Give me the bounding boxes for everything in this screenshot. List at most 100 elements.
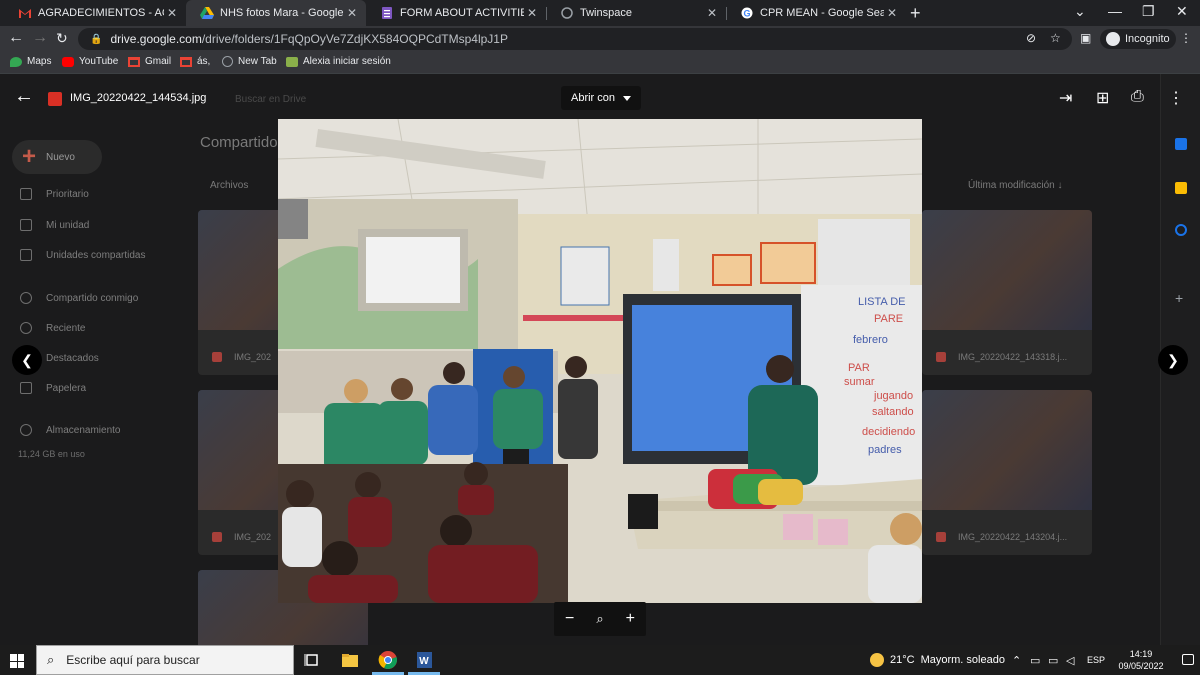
battery-icon[interactable]: ▭: [1048, 654, 1058, 667]
sidebar-item-recent[interactable]: Reciente: [20, 322, 85, 334]
bookmark-gmail[interactable]: Gmail: [128, 56, 171, 67]
zoom-controls: − ⌕ +: [554, 602, 646, 636]
address-bar[interactable]: 🔒 drive.google.com /drive/folders/1FqQpO…: [78, 28, 1072, 50]
weather-widget[interactable]: 21°C Mayorm. soleado: [870, 653, 1005, 667]
google-icon: G: [740, 7, 754, 19]
plus-icon: +: [22, 143, 37, 170]
language-indicator[interactable]: ESP: [1087, 655, 1105, 665]
people-icon: [20, 292, 32, 304]
zoom-in-button[interactable]: +: [626, 610, 635, 628]
word-icon[interactable]: W: [414, 650, 434, 670]
star-icon[interactable]: ☆: [1050, 31, 1061, 45]
clock[interactable]: 14:19 09/05/2022: [1110, 648, 1172, 672]
storage-used: 11,24 GB en uso: [18, 449, 85, 459]
print-icon[interactable]: ⎙: [1131, 88, 1144, 106]
chrome-icon[interactable]: [378, 650, 398, 670]
close-tab-icon[interactable]: ✕: [524, 6, 540, 20]
side-panel-icon[interactable]: ▣: [1080, 31, 1091, 45]
previous-image-button[interactable]: ❮: [12, 345, 42, 375]
check-icon: [20, 188, 32, 200]
menu-dots-icon[interactable]: ⋮: [1180, 31, 1192, 45]
new-button[interactable]: + Nuevo: [12, 140, 102, 174]
back-icon[interactable]: ←: [8, 29, 24, 47]
bookmark-gmail-2[interactable]: ás,: [180, 56, 210, 67]
drive-page: + Nuevo Prioritario Mi unidad Unidades c…: [0, 74, 1200, 645]
bookmark-maps[interactable]: Maps: [10, 56, 51, 67]
bookmark-youtube[interactable]: YouTube: [62, 56, 118, 67]
tab-gmail[interactable]: AGRADECIMIENTOS - ACKNOWL ✕: [4, 0, 186, 26]
tab-google-form[interactable]: FORM ABOUT ACTIVITIES CARRIE ✕: [366, 0, 546, 26]
sidebar-item-storage[interactable]: Almacenamiento: [20, 424, 120, 436]
windows-start-icon[interactable]: [10, 654, 24, 668]
gmail-icon: [18, 7, 32, 19]
more-options-icon[interactable]: ⋮: [1168, 88, 1184, 108]
tab-twinspace[interactable]: Twinspace ✕: [546, 0, 726, 26]
zoom-out-button[interactable]: −: [565, 610, 574, 628]
add-icon[interactable]: +: [1175, 291, 1187, 305]
close-tab-icon[interactable]: ✕: [164, 6, 180, 20]
alexia-icon: [286, 56, 298, 67]
keep-icon[interactable]: [1175, 182, 1187, 194]
next-image-button[interactable]: ❯: [1158, 345, 1188, 375]
new-tab-button[interactable]: +: [910, 3, 921, 24]
close-viewer-icon[interactable]: ←: [14, 85, 34, 108]
sidebar-item-priority[interactable]: Prioritario: [20, 188, 89, 200]
reload-icon[interactable]: ↻: [56, 30, 68, 47]
file-explorer-icon[interactable]: [340, 650, 360, 670]
sidebar-item-my-drive[interactable]: Mi unidad: [20, 219, 89, 231]
photo-thumbnail: [922, 390, 1092, 510]
image-file-icon: [936, 352, 946, 362]
open-with-button[interactable]: Abrir con: [561, 86, 642, 110]
taskbar-search-input[interactable]: ⌕ Escribe aquí para buscar: [36, 645, 294, 675]
eye-off-icon[interactable]: ⊘: [1026, 31, 1036, 45]
close-window-icon[interactable]: ✕: [1176, 3, 1188, 20]
sidebar-item-trash[interactable]: Papelera: [20, 382, 86, 394]
close-tab-icon[interactable]: ✕: [884, 6, 900, 20]
close-tab-icon[interactable]: ✕: [704, 6, 720, 20]
windows-taskbar: ⌕ Escribe aquí para buscar W 21°C Mayorm…: [0, 645, 1200, 675]
chevron-up-icon[interactable]: ⌃: [1012, 654, 1021, 667]
image-file-icon: [936, 532, 946, 542]
sort-label[interactable]: Última modificación ↓: [968, 180, 1062, 191]
close-tab-icon[interactable]: ✕: [344, 6, 360, 20]
tab-search-icon[interactable]: ⌄: [1074, 3, 1086, 20]
bookmark-new-tab[interactable]: New Tab: [222, 56, 277, 67]
viewer-toolbar: ← IMG_20220422_144534.jpg Buscar en Driv…: [0, 74, 1200, 124]
google-forms-icon: [380, 7, 394, 19]
drive-icon: [20, 219, 32, 231]
svg-text:G: G: [743, 9, 750, 19]
bookmark-alexia[interactable]: Alexia iniciar sesión: [286, 56, 391, 67]
image-file-icon: [212, 532, 222, 542]
notification-icon[interactable]: [1182, 654, 1194, 665]
tab-google-drive[interactable]: NHS fotos Mara - Google Drive ✕: [186, 0, 366, 26]
tab-google-search[interactable]: G CPR MEAN - Google Search ✕: [726, 0, 906, 26]
svg-text:W: W: [419, 656, 429, 667]
tasks-icon[interactable]: [1175, 224, 1187, 236]
search-input[interactable]: Buscar en Drive: [235, 94, 306, 105]
sidebar-item-shared-drives[interactable]: Unidades compartidas: [20, 249, 146, 261]
files-section-label: Archivos: [210, 180, 249, 191]
file-thumbnail[interactable]: IMG_20220422_143204.j...: [922, 390, 1092, 555]
add-comment-icon[interactable]: ⊞: [1096, 88, 1109, 108]
url-host: drive.google.com: [110, 32, 202, 46]
google-drive-icon: [200, 7, 214, 19]
file-thumbnail[interactable]: IMG_20220422_143318.j...: [922, 210, 1092, 375]
restore-icon[interactable]: ❐: [1142, 3, 1155, 20]
incognito-icon: [1106, 32, 1120, 46]
task-view-icon[interactable]: [302, 650, 322, 670]
classroom-photo: LISTA DE PARE febrero PAR sumar jugando …: [278, 119, 922, 603]
incognito-badge[interactable]: Incognito: [1100, 29, 1176, 49]
magnifier-icon[interactable]: ⌕: [596, 611, 603, 627]
gmail-icon: [180, 56, 192, 67]
calendar-icon[interactable]: [1175, 138, 1187, 150]
forward-icon[interactable]: →: [32, 29, 48, 47]
sun-icon: [870, 653, 884, 667]
add-to-folder-icon[interactable]: ⇥: [1059, 88, 1072, 108]
sidebar-item-shared-with-me[interactable]: Compartido conmigo: [20, 292, 138, 304]
volume-icon[interactable]: ◁: [1066, 654, 1074, 667]
network-icon[interactable]: ▭: [1030, 654, 1040, 667]
trash-icon: [20, 382, 32, 394]
minimize-icon[interactable]: —: [1108, 3, 1122, 19]
url-path: /drive/folders/1FqQpOyVe7ZdjKX584OQPCdTM…: [201, 32, 508, 46]
image-file-icon: [212, 352, 222, 362]
